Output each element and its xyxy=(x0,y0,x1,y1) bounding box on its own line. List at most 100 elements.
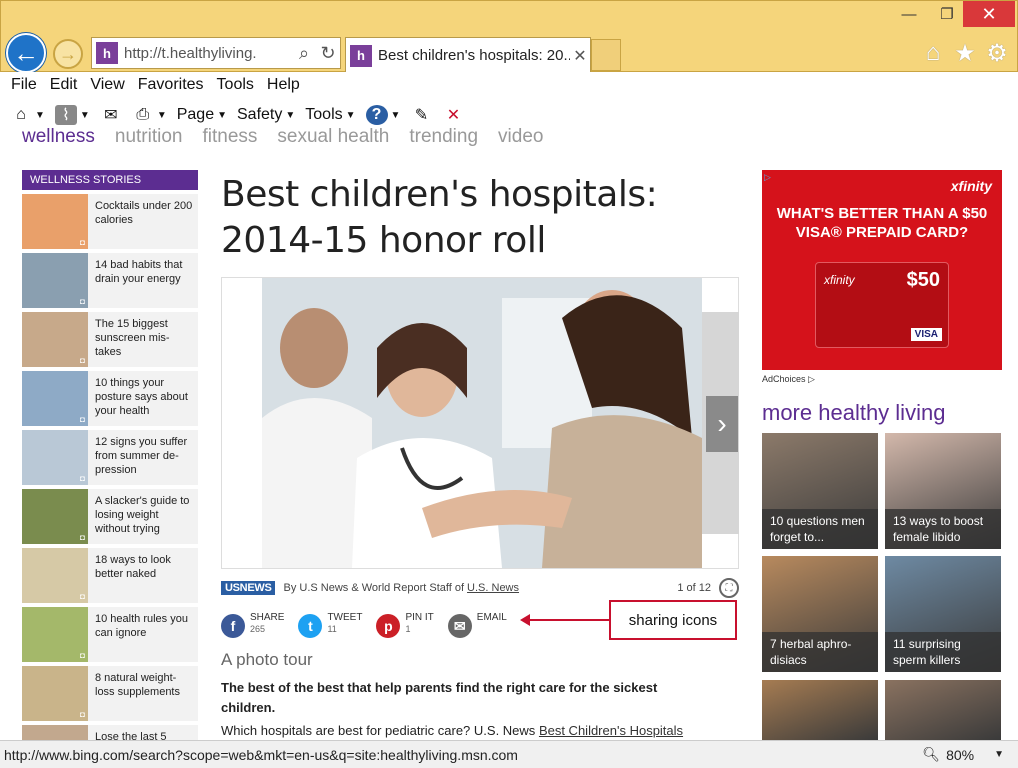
callout-arrow-head xyxy=(520,614,530,626)
menu-favorites[interactable]: Favorites xyxy=(138,76,204,94)
print-dropdown[interactable]: ⎙ ▼ xyxy=(132,105,167,125)
article-subhead: A photo tour xyxy=(221,650,313,669)
block-addon-icon: ✕ xyxy=(446,107,461,124)
nav-trending[interactable]: trending xyxy=(409,128,478,148)
doctor-child-photo xyxy=(262,278,702,568)
sidebar-story[interactable]: ◘ 12 signs you suffer from summer de-pres… xyxy=(22,430,198,485)
research-button[interactable]: ✎ xyxy=(410,105,432,125)
chevron-down-icon: ▼ xyxy=(217,109,227,121)
tab-close-icon[interactable]: ✕ xyxy=(570,46,590,66)
nav-sexual-health[interactable]: sexual health xyxy=(277,128,389,148)
share-pin-it-button[interactable]: p PIN IT 1 xyxy=(376,612,434,638)
new-tab-button[interactable] xyxy=(591,39,621,71)
healthy-living-tile[interactable]: 11 surprising sperm killers xyxy=(885,556,1001,672)
browser-icons: ⌂ ★ ⚙ xyxy=(921,39,1009,68)
search-icon[interactable]: ⌕ xyxy=(292,43,316,64)
healthy-living-tile[interactable]: 10 questions men forget to... xyxy=(762,433,878,549)
story-title: 10 health rules you can ignore xyxy=(95,613,188,639)
nav-wellness[interactable]: wellness xyxy=(22,128,95,148)
story-title: A slacker's guide to losing weight witho… xyxy=(95,495,190,535)
sidebar-story[interactable]: ◘ 14 bad habits that drain your energy xyxy=(22,253,198,308)
chevron-down-icon: ▼ xyxy=(156,109,167,121)
share-email-button[interactable]: ✉ EMAIL xyxy=(447,612,507,638)
sidebar-story[interactable]: ◘ 10 health rules you can ignore xyxy=(22,607,198,662)
share-pin-it-icon: p xyxy=(376,614,401,638)
sidebar-story[interactable]: ◘ 10 things your posture says about your … xyxy=(22,371,198,426)
mail-button[interactable]: ✉ xyxy=(100,105,122,125)
healthy-living-tile[interactable] xyxy=(885,680,1001,740)
usnews-logo: USNEWS xyxy=(221,581,276,595)
camera-icon: ◘ xyxy=(80,356,85,365)
article: Best children's hospitals: 2014-15 honor… xyxy=(221,172,739,738)
next-slide-button[interactable]: › xyxy=(706,396,738,452)
share-count: 11 xyxy=(327,624,337,634)
menu-help[interactable]: Help xyxy=(267,76,300,94)
article-headline: Best children's hospitals: 2014-15 honor… xyxy=(221,174,658,261)
print-icon: ⎙ xyxy=(136,106,150,123)
advertisement[interactable]: xfinity WHAT'S BETTER THAN A $50 VISA® P… xyxy=(762,170,1002,370)
menu-tools[interactable]: Tools xyxy=(217,76,254,94)
tools-menu-label: Tools xyxy=(305,106,343,123)
ad-info-icon[interactable]: ▷ xyxy=(764,172,771,183)
refresh-icon[interactable]: ↻ xyxy=(316,43,340,64)
nav-video[interactable]: video xyxy=(498,128,543,148)
fullscreen-expand-icon[interactable]: ⛶ xyxy=(719,578,739,598)
chevron-down-icon: ▼ xyxy=(35,109,45,121)
sidebar-story[interactable]: ◘ 18 ways to look better naked xyxy=(22,548,198,603)
healthy-living-tile[interactable]: 7 herbal aphro-disiacs xyxy=(762,556,878,672)
home-icon[interactable]: ⌂ xyxy=(921,39,945,68)
camera-icon: ◘ xyxy=(80,651,85,660)
story-thumbnail: ◘ xyxy=(22,371,88,426)
menu-view[interactable]: View xyxy=(90,76,124,94)
menu-edit[interactable]: Edit xyxy=(50,76,78,94)
nav-fitness[interactable]: fitness xyxy=(202,128,257,148)
chevron-down-icon: ▼ xyxy=(285,109,296,121)
home-dropdown[interactable]: ⌂ ▼ xyxy=(10,105,45,125)
adchoices-link[interactable]: AdChoices ▷ xyxy=(762,374,815,385)
healthy-living-tile[interactable]: 13 ways to boost female libido xyxy=(885,433,1001,549)
close-window-button[interactable]: ✕ xyxy=(963,1,1015,27)
page-menu[interactable]: Page ▼ xyxy=(177,106,227,124)
forward-button[interactable]: → xyxy=(53,39,83,69)
address-bar[interactable]: h http://t.healthyliving. ⌕ ↻ xyxy=(91,37,341,69)
more-healthy-living-heading: more healthy living xyxy=(762,400,946,425)
command-bar: ⌂ ▼ ⌇ ▼ ✉ ⎙ ▼ Page ▼ Safety ▼ Tools ▼ ? ▼ ✎ ✕ xyxy=(0,98,1018,132)
zoom-icon: 🔍︎ xyxy=(922,746,941,762)
nav-nutrition[interactable]: nutrition xyxy=(115,128,183,148)
status-bar: http://www.bing.com/search?scope=web&mkt… xyxy=(0,740,1018,768)
byline-source-link[interactable]: U.S. News xyxy=(467,582,519,594)
camera-icon: ◘ xyxy=(80,474,85,483)
chevron-down-icon: ▼ xyxy=(994,749,1004,760)
sharing-icons-callout: sharing icons xyxy=(609,600,737,640)
sidebar-story[interactable]: ◘ 8 natural weight-loss supplements xyxy=(22,666,198,721)
story-title: 12 signs you suffer from summer de-press… xyxy=(95,436,188,476)
chevron-down-icon: ▼ xyxy=(79,109,90,121)
best-hospitals-link[interactable]: Best Children's Hospitals xyxy=(539,723,683,738)
sidebar-story[interactable]: ◘ The 15 biggest sunscreen mis-takes xyxy=(22,312,198,367)
share-share-icon: f xyxy=(221,614,245,638)
sidebar-story[interactable]: ◘ A slacker's guide to losing weight with… xyxy=(22,489,198,544)
address-input[interactable]: http://t.healthyliving. xyxy=(124,45,292,62)
body-text-prefix: Which hospitals are best for pediatric c… xyxy=(221,723,536,738)
share-tweet-icon: t xyxy=(298,614,323,638)
share-tweet-button[interactable]: t TWEET 11 xyxy=(298,612,362,638)
camera-icon: ◘ xyxy=(80,297,85,306)
help-dropdown[interactable]: ? ▼ xyxy=(365,105,400,125)
settings-gear-icon[interactable]: ⚙ xyxy=(985,39,1009,68)
tab-active[interactable]: h Best children's hospitals: 20... ✕ xyxy=(345,37,591,73)
zoom-control[interactable]: 🔍︎ 80% ▼ xyxy=(922,746,1004,763)
feeds-dropdown[interactable]: ⌇ ▼ xyxy=(54,105,90,125)
back-button[interactable]: ← xyxy=(6,33,46,73)
menu-file[interactable]: File xyxy=(11,76,37,94)
rss-feed-icon: ⌇ xyxy=(54,105,77,125)
camera-icon: ◘ xyxy=(80,533,85,542)
article-lead: The best of the best that help parents f… xyxy=(221,680,658,715)
share-share-button[interactable]: f SHARE 265 xyxy=(221,612,284,638)
sidebar-story[interactable]: ◘ Cocktails under 200 calories xyxy=(22,194,198,249)
zoom-level: 80% xyxy=(946,746,975,763)
addon-button[interactable]: ✕ xyxy=(442,105,464,125)
healthy-living-tile[interactable] xyxy=(762,680,878,740)
safety-menu[interactable]: Safety ▼ xyxy=(237,106,295,124)
tools-menu[interactable]: Tools ▼ xyxy=(305,106,355,124)
favorites-star-icon[interactable]: ★ xyxy=(953,39,977,68)
